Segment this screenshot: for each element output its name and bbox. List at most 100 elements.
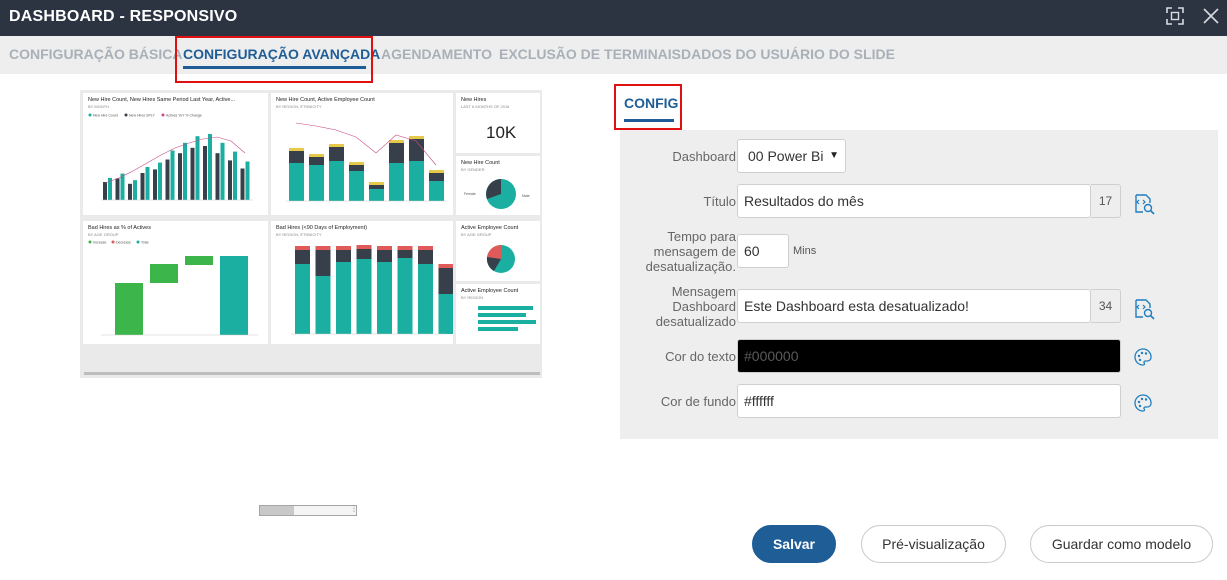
tab-dados-do-usuario-do-slide[interactable]: DADOS DO USUÁRIO DO SLIDE bbox=[681, 46, 895, 62]
preview-button[interactable]: Pré-visualização bbox=[861, 525, 1006, 563]
save-button[interactable]: Salvar bbox=[752, 525, 836, 563]
preview-column bbox=[233, 151, 237, 200]
fullscreen-icon[interactable] bbox=[1165, 6, 1185, 26]
tab-configuracao-basica[interactable]: CONFIGURAÇÃO BÁSICA bbox=[9, 46, 182, 62]
preview-column bbox=[215, 153, 220, 200]
tempo-input[interactable]: 60 bbox=[737, 234, 789, 268]
preview-column bbox=[158, 162, 162, 200]
preview-column bbox=[103, 182, 107, 200]
field-search-icon[interactable] bbox=[1132, 192, 1156, 216]
preview-column bbox=[418, 246, 433, 250]
preview-column bbox=[409, 139, 424, 161]
tempo-unit: Mins bbox=[793, 245, 817, 257]
cor-fundo-input[interactable]: #ffffff bbox=[737, 384, 1121, 418]
tempo-label: Tempo para mensagem de desatualização. bbox=[645, 229, 736, 274]
preview-column bbox=[315, 276, 331, 334]
preview-column bbox=[429, 173, 444, 181]
close-icon[interactable] bbox=[1201, 6, 1221, 26]
preview-panel-new-hires-by-region: New Hire Count, Active Employee Count BY… bbox=[271, 93, 453, 215]
preview-column bbox=[220, 142, 225, 200]
preview-column bbox=[438, 294, 453, 334]
preview-column bbox=[309, 157, 324, 165]
preview-column bbox=[145, 167, 150, 200]
preview-kpi-value: 10K bbox=[486, 123, 517, 142]
preview-column bbox=[153, 169, 157, 200]
preview-column bbox=[329, 161, 344, 201]
dashboard-label: Dashboard bbox=[672, 149, 736, 164]
mensagem-label: Mensagem Dashboard desatualizado bbox=[655, 284, 736, 329]
preview-column bbox=[397, 250, 413, 258]
preview-column bbox=[178, 153, 182, 200]
preview-column bbox=[429, 170, 444, 173]
preview-column bbox=[228, 160, 232, 200]
preview-column bbox=[389, 140, 404, 143]
tab-exclusao-de-terminais[interactable]: EXCLUSÃO DE TERMINAIS bbox=[499, 46, 681, 62]
cor-texto-label: Cor do texto bbox=[665, 349, 736, 364]
preview-panel-active-by-region: Active Employee Count BY REGION bbox=[456, 284, 540, 344]
dashboard-select[interactable]: 00 Power Bi ▼ bbox=[737, 139, 846, 173]
titulo-char-count: 17 bbox=[1091, 184, 1121, 218]
preview-column bbox=[356, 259, 372, 334]
tab-agendamento[interactable]: AGENDAMENTO bbox=[381, 46, 492, 62]
mensagem-input[interactable]: Este Dashboard esta desatualizado! bbox=[737, 289, 1091, 323]
preview-column bbox=[429, 181, 444, 201]
preview-scrollbar[interactable] bbox=[84, 372, 540, 375]
preview-panel-title: New Hires bbox=[461, 97, 487, 103]
preview-column bbox=[369, 185, 384, 189]
preview-column bbox=[418, 250, 433, 264]
preview-column bbox=[295, 246, 310, 250]
preview-column bbox=[165, 159, 170, 200]
preview-column bbox=[377, 246, 392, 250]
preview-chart-bad-hires-stacked bbox=[291, 245, 453, 335]
preview-column bbox=[195, 136, 200, 200]
preview-column bbox=[315, 250, 331, 276]
preview-column bbox=[140, 173, 145, 200]
field-search-icon[interactable] bbox=[1132, 297, 1156, 321]
palette-icon[interactable] bbox=[1132, 346, 1154, 368]
preview-column bbox=[369, 189, 384, 201]
preview-legend-item: Increase bbox=[93, 241, 106, 245]
preview-column bbox=[438, 268, 453, 294]
preview-chart-hbar-region bbox=[478, 306, 536, 331]
preview-legend-item: Actives YoY % Change bbox=[166, 114, 202, 118]
preview-panel-pie-gender: New Hire Count BY GENDER Female Male bbox=[456, 156, 540, 215]
preview-column bbox=[356, 245, 372, 249]
preview-legend-item: New Hires SPLY bbox=[129, 114, 155, 118]
preview-column bbox=[397, 246, 413, 250]
preview-pie-label: Male bbox=[522, 194, 530, 198]
scrollbar-thumb[interactable] bbox=[260, 506, 294, 515]
preview-column bbox=[389, 163, 404, 201]
preview-panel-new-hires-by-month: New Hire Count, New Hires Same Period La… bbox=[83, 93, 268, 215]
preview-column bbox=[295, 250, 310, 264]
cor-texto-input[interactable]: #000000 bbox=[737, 339, 1121, 373]
preview-column bbox=[240, 168, 245, 200]
save-as-template-button[interactable]: Guardar como modelo bbox=[1030, 525, 1213, 563]
preview-column bbox=[336, 250, 351, 262]
preview-panel-bad-hires-pct: Bad Hires as % of Actives BY AGE GROUP I… bbox=[83, 221, 268, 344]
preview-column bbox=[128, 183, 132, 200]
resize-grip-icon[interactable]: ⁞ bbox=[353, 507, 355, 514]
preview-chart-pie-age bbox=[486, 244, 515, 273]
preview-column bbox=[438, 264, 453, 268]
preview-column bbox=[329, 147, 344, 161]
palette-icon[interactable] bbox=[1132, 392, 1154, 414]
preview-column bbox=[289, 151, 304, 163]
preview-column bbox=[349, 165, 364, 171]
preview-panel-subtitle: LAST 6 MONTHS OF 2016 bbox=[461, 104, 510, 109]
preview-column bbox=[356, 249, 372, 259]
preview-column bbox=[336, 246, 351, 250]
preview-column bbox=[329, 144, 344, 147]
preview-column bbox=[120, 173, 125, 200]
preview-chart-region-stacked bbox=[286, 122, 446, 202]
preview-column bbox=[389, 143, 404, 163]
preview-horizontal-scrollbar[interactable]: ⁞ bbox=[259, 505, 357, 516]
preview-column bbox=[208, 134, 212, 200]
cor-fundo-label: Cor de fundo bbox=[660, 394, 736, 409]
titulo-input[interactable]: Resultados do mês bbox=[737, 184, 1091, 218]
preview-column bbox=[289, 163, 304, 201]
window-titlebar: DASHBOARD - RESPONSIVO bbox=[0, 0, 1227, 36]
preview-column bbox=[315, 246, 331, 250]
preview-column bbox=[349, 162, 364, 165]
preview-legend-item: Decrease bbox=[116, 241, 131, 245]
preview-legend-item: New Hire Count bbox=[93, 114, 118, 118]
